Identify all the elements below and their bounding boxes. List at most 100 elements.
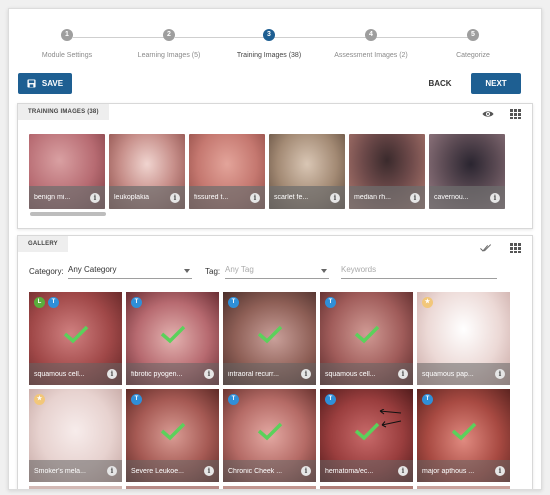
training-badge: T <box>228 394 239 405</box>
grid-view-icon[interactable] <box>510 242 522 254</box>
info-icon[interactable]: i <box>204 369 214 379</box>
save-label: SAVE <box>41 79 64 88</box>
training-thumbnail[interactable]: leukoplakia i <box>109 134 185 209</box>
info-icon[interactable]: i <box>107 466 117 476</box>
checkmark-icon <box>160 422 186 441</box>
training-badge: T <box>422 394 433 405</box>
gallery-caption: squamous cell... i <box>320 363 413 385</box>
category-label: Category: <box>29 267 64 276</box>
training-badge: T <box>228 297 239 308</box>
gallery-panel: GALLERY Category: Any Category Tag: Any … <box>17 235 533 489</box>
checkmark-icon <box>451 422 477 441</box>
gallery-item[interactable]: L T squamous cell... i <box>29 292 122 385</box>
module-editor-card: 1 Module Settings 2 Learning Images (5) … <box>8 8 542 490</box>
chevron-down-icon <box>321 269 327 273</box>
checkmark-icon <box>354 325 380 344</box>
training-thumbnail[interactable]: cavernou... i <box>429 134 505 209</box>
category-select[interactable]: Any Category <box>68 265 192 279</box>
gallery-item[interactable]: ★ squamous pap... i <box>417 292 510 385</box>
gallery-item[interactable]: T fibrotic pyogen... i <box>126 292 219 385</box>
info-icon[interactable]: i <box>495 466 505 476</box>
gallery-item[interactable] <box>29 486 122 489</box>
training-thumbnail[interactable]: benign mi... i <box>29 134 105 209</box>
checkmark-icon <box>63 325 89 344</box>
select-all-icon[interactable] <box>480 242 492 254</box>
back-button[interactable]: BACK <box>423 73 457 94</box>
training-images-title: TRAINING IMAGES (38) <box>18 104 109 120</box>
info-icon[interactable]: i <box>301 466 311 476</box>
keywords-input[interactable]: Keywords <box>341 265 497 279</box>
gallery-item[interactable] <box>417 486 510 489</box>
gallery-caption: fibrotic pyogen... i <box>126 363 219 385</box>
info-icon[interactable]: i <box>398 466 408 476</box>
step-learning-images[interactable]: 2 Learning Images (5) <box>119 29 219 59</box>
star-badge: ★ <box>422 297 433 308</box>
info-icon[interactable]: i <box>410 193 420 203</box>
thumbnail-caption: median rh... i <box>349 186 425 209</box>
training-thumbnail[interactable]: fissured t... i <box>189 134 265 209</box>
info-icon[interactable]: i <box>301 369 311 379</box>
gallery-item[interactable]: ★ Smoker's mela... i <box>29 389 122 482</box>
gallery-item[interactable] <box>320 486 413 489</box>
training-badge: T <box>48 297 59 308</box>
gallery-title: GALLERY <box>18 236 68 252</box>
thumbnail-caption: benign mi... i <box>29 186 105 209</box>
info-icon[interactable]: i <box>170 193 180 203</box>
gallery-item[interactable] <box>223 486 316 489</box>
gallery-caption: major apthous ... i <box>417 460 510 482</box>
training-thumbnail[interactable]: median rh... i <box>349 134 425 209</box>
step-assessment-images[interactable]: 4 Assessment Images (2) <box>321 29 421 59</box>
training-badge: T <box>131 297 142 308</box>
save-button[interactable]: SAVE <box>18 73 72 94</box>
tag-select[interactable]: Any Tag <box>225 265 329 279</box>
checkmark-icon <box>354 422 380 441</box>
gallery-caption: Chronic Cheek ... i <box>223 460 316 482</box>
info-icon[interactable]: i <box>495 369 505 379</box>
thumbnail-caption: scarlet fe... i <box>269 186 345 209</box>
gallery-caption: squamous cell... i <box>29 363 122 385</box>
learning-badge: L <box>34 297 45 308</box>
checkmark-icon <box>160 325 186 344</box>
checkmark-icon <box>257 325 283 344</box>
info-icon[interactable]: i <box>490 193 500 203</box>
chevron-down-icon <box>184 269 190 273</box>
training-badge: T <box>131 394 142 405</box>
checkmark-icon <box>257 422 283 441</box>
info-icon[interactable]: i <box>250 193 260 203</box>
info-icon[interactable]: i <box>90 193 100 203</box>
grid-view-icon[interactable] <box>510 108 522 120</box>
gallery-item[interactable]: T Severe Leukoe... i <box>126 389 219 482</box>
gallery-caption: hematoma/ec... i <box>320 460 413 482</box>
horizontal-scrollbar[interactable] <box>30 212 106 216</box>
tag-label: Tag: <box>205 267 221 276</box>
training-thumbnail[interactable]: scarlet fe... i <box>269 134 345 209</box>
eye-icon[interactable] <box>482 108 494 120</box>
floppy-disk-icon <box>27 79 36 88</box>
gallery-item[interactable]: T squamous cell... i <box>320 292 413 385</box>
thumbnail-caption: fissured t... i <box>189 186 265 209</box>
gallery-item[interactable]: T Chronic Cheek ... i <box>223 389 316 482</box>
step-training-images[interactable]: 3 Training Images (38) <box>219 29 319 59</box>
next-button[interactable]: NEXT <box>471 73 521 94</box>
gallery-caption: squamous pap... i <box>417 363 510 385</box>
thumbnail-caption: leukoplakia i <box>109 186 185 209</box>
info-icon[interactable]: i <box>330 193 340 203</box>
info-icon[interactable]: i <box>107 369 117 379</box>
gallery-item[interactable]: T hematoma/ec... i <box>320 389 413 482</box>
gallery-caption: intraoral recurr... i <box>223 363 316 385</box>
info-icon[interactable]: i <box>204 466 214 476</box>
gallery-item[interactable]: T major apthous ... i <box>417 389 510 482</box>
gallery-item[interactable] <box>126 486 219 489</box>
star-badge: ★ <box>34 394 45 405</box>
info-icon[interactable]: i <box>398 369 408 379</box>
training-badge: T <box>325 297 336 308</box>
training-badge: T <box>325 394 336 405</box>
training-images-panel: TRAINING IMAGES (38) benign mi... i leuk… <box>17 103 533 229</box>
step-categorize[interactable]: 5 Categorize <box>423 29 523 59</box>
gallery-caption: Severe Leukoe... i <box>126 460 219 482</box>
step-module-settings[interactable]: 1 Module Settings <box>17 29 117 59</box>
thumbnail-caption: cavernou... i <box>429 186 505 209</box>
gallery-item[interactable]: T intraoral recurr... i <box>223 292 316 385</box>
gallery-caption: Smoker's mela... i <box>29 460 122 482</box>
progress-stepper: 1 Module Settings 2 Learning Images (5) … <box>9 9 541 73</box>
